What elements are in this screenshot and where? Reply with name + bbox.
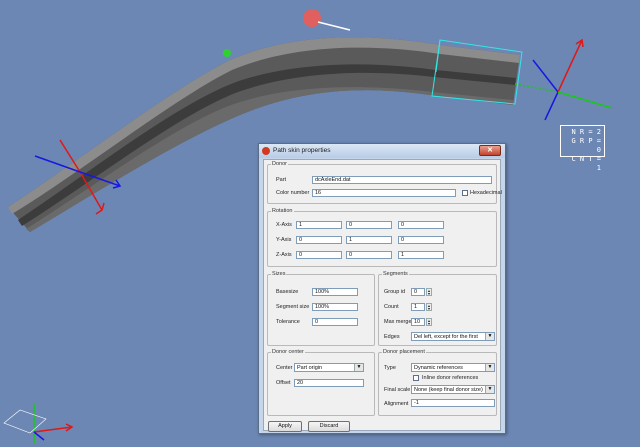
max-merge-label: Max merge	[384, 319, 412, 325]
apply-button[interactable]: Apply	[268, 421, 302, 432]
z-axis-field-1[interactable]: 0	[296, 251, 342, 259]
type-label: Type	[384, 365, 396, 371]
group-id-label: Group id	[384, 289, 406, 295]
edges-label: Edges	[384, 334, 400, 340]
tolerance-field[interactable]: 0	[312, 318, 358, 326]
dialog-titlebar[interactable]: Path skin properties ✕	[259, 144, 505, 158]
donor-center-group: Donor center Center Part origin ▼ Offset…	[267, 349, 375, 416]
donor-center-group-label: Donor center	[271, 349, 305, 355]
sizes-group-label: Sizes	[271, 271, 287, 277]
y-axis-label: Y-Axis	[276, 237, 292, 243]
green-point[interactable]	[223, 49, 231, 57]
final-scale-label: Final scale	[384, 387, 411, 393]
z-axis-field-2[interactable]: 0	[346, 251, 392, 259]
count-spinner[interactable]: ▴ ▾	[426, 303, 432, 311]
y-axis-field-1[interactable]: 0	[296, 236, 342, 244]
close-icon[interactable]: ✕	[479, 145, 501, 156]
segment-size-label: Segment size	[276, 304, 310, 310]
part-label: Part	[276, 177, 287, 183]
segment-size-field[interactable]: 100%	[312, 303, 358, 311]
basesize-field[interactable]: 100%	[312, 288, 358, 296]
count-field[interactable]: 1	[411, 303, 425, 311]
sizes-group: Sizes Basesize 100% Segment size 100% To…	[267, 271, 375, 346]
group-id-spinner[interactable]: ▴ ▾	[426, 288, 432, 296]
dialog-title: Path skin properties	[273, 147, 331, 154]
z-axis-field-3[interactable]: 1	[398, 251, 444, 259]
hexadecimal-checkbox[interactable]	[462, 190, 468, 196]
stats-panel: N R = 2 G R P = 0 C N T = 1	[560, 125, 605, 172]
rotation-group-label: Rotation	[271, 208, 294, 214]
chevron-down-icon[interactable]: ▼	[485, 333, 494, 340]
rotation-group: Rotation X-Axis 1 0 0 Y-Axis 0 1 0 Z-Axi…	[267, 208, 497, 267]
offset-field[interactable]: 20	[294, 379, 364, 387]
max-merge-spinner[interactable]: ▴ ▾	[426, 318, 432, 326]
edges-value: Del left, except for the first	[414, 334, 478, 340]
count-label: Count	[384, 304, 399, 310]
center-label: Center	[276, 365, 293, 371]
final-scale-select[interactable]: None (keep final donor size) ▼	[411, 385, 495, 394]
segments-group: Segments Group id 0 ▴ ▾ Count 1 ▴ ▾ Max me…	[378, 271, 497, 346]
chevron-down-icon[interactable]: ▼	[485, 364, 494, 371]
x-axis-label: X-Axis	[276, 222, 292, 228]
x-axis-field-2[interactable]: 0	[346, 221, 392, 229]
x-axis-field-1[interactable]: 1	[296, 221, 342, 229]
tolerance-label: Tolerance	[276, 319, 300, 325]
alignment-field[interactable]: -1	[411, 399, 495, 407]
z-axis-label: Z-Axis	[276, 252, 292, 258]
alignment-label: Alignment	[384, 401, 409, 407]
color-number-label: Color number	[276, 190, 310, 196]
type-value: Dynamic references	[414, 365, 463, 371]
x-axis-field-3[interactable]: 0	[398, 221, 444, 229]
y-axis-field-3[interactable]: 0	[398, 236, 444, 244]
stat-nr: N R = 2	[571, 128, 601, 136]
type-select[interactable]: Dynamic references ▼	[411, 363, 495, 372]
inline-donor-references-checkbox[interactable]	[413, 375, 419, 381]
chevron-down-icon[interactable]: ▼	[485, 386, 494, 393]
center-select[interactable]: Part origin ▼	[294, 363, 364, 372]
app-icon	[262, 147, 270, 155]
part-field[interactable]: dcAxleEnd.dat	[312, 176, 492, 184]
offset-label: Offset	[276, 380, 291, 386]
y-axis-field-2[interactable]: 1	[346, 236, 392, 244]
inline-donor-references-label: Inline donor references	[422, 375, 479, 381]
center-value: Part origin	[297, 365, 323, 371]
hexadecimal-label: Hexadecimal	[470, 190, 502, 196]
donor-placement-group: Donor placement Type Dynamic references …	[378, 349, 497, 416]
donor-group: Donor Part dcAxleEnd.dat Color number 16…	[267, 161, 502, 204]
color-number-field[interactable]: 16	[312, 189, 456, 197]
basesize-label: Basesize	[276, 289, 299, 295]
discard-button[interactable]: Discard	[308, 421, 350, 432]
stat-grp: G R P = 0	[571, 137, 601, 154]
dialog-body: Donor Part dcAxleEnd.dat Color number 16…	[263, 159, 502, 432]
group-id-field[interactable]: 0	[411, 288, 425, 296]
donor-group-label: Donor	[271, 161, 288, 167]
control-point-sphere[interactable]	[303, 9, 321, 27]
path-skin-dialog: Path skin properties ✕ Donor Part dcAxle…	[258, 143, 506, 434]
chevron-down-icon[interactable]: ▼	[354, 364, 363, 371]
final-scale-value: None (keep final donor size)	[414, 387, 483, 393]
max-merge-field[interactable]: 10	[411, 318, 425, 326]
edges-select[interactable]: Del left, except for the first ▼	[411, 332, 495, 341]
donor-placement-group-label: Donor placement	[382, 349, 426, 355]
segments-group-label: Segments	[382, 271, 409, 277]
stat-cnt: C N T = 1	[571, 155, 601, 172]
